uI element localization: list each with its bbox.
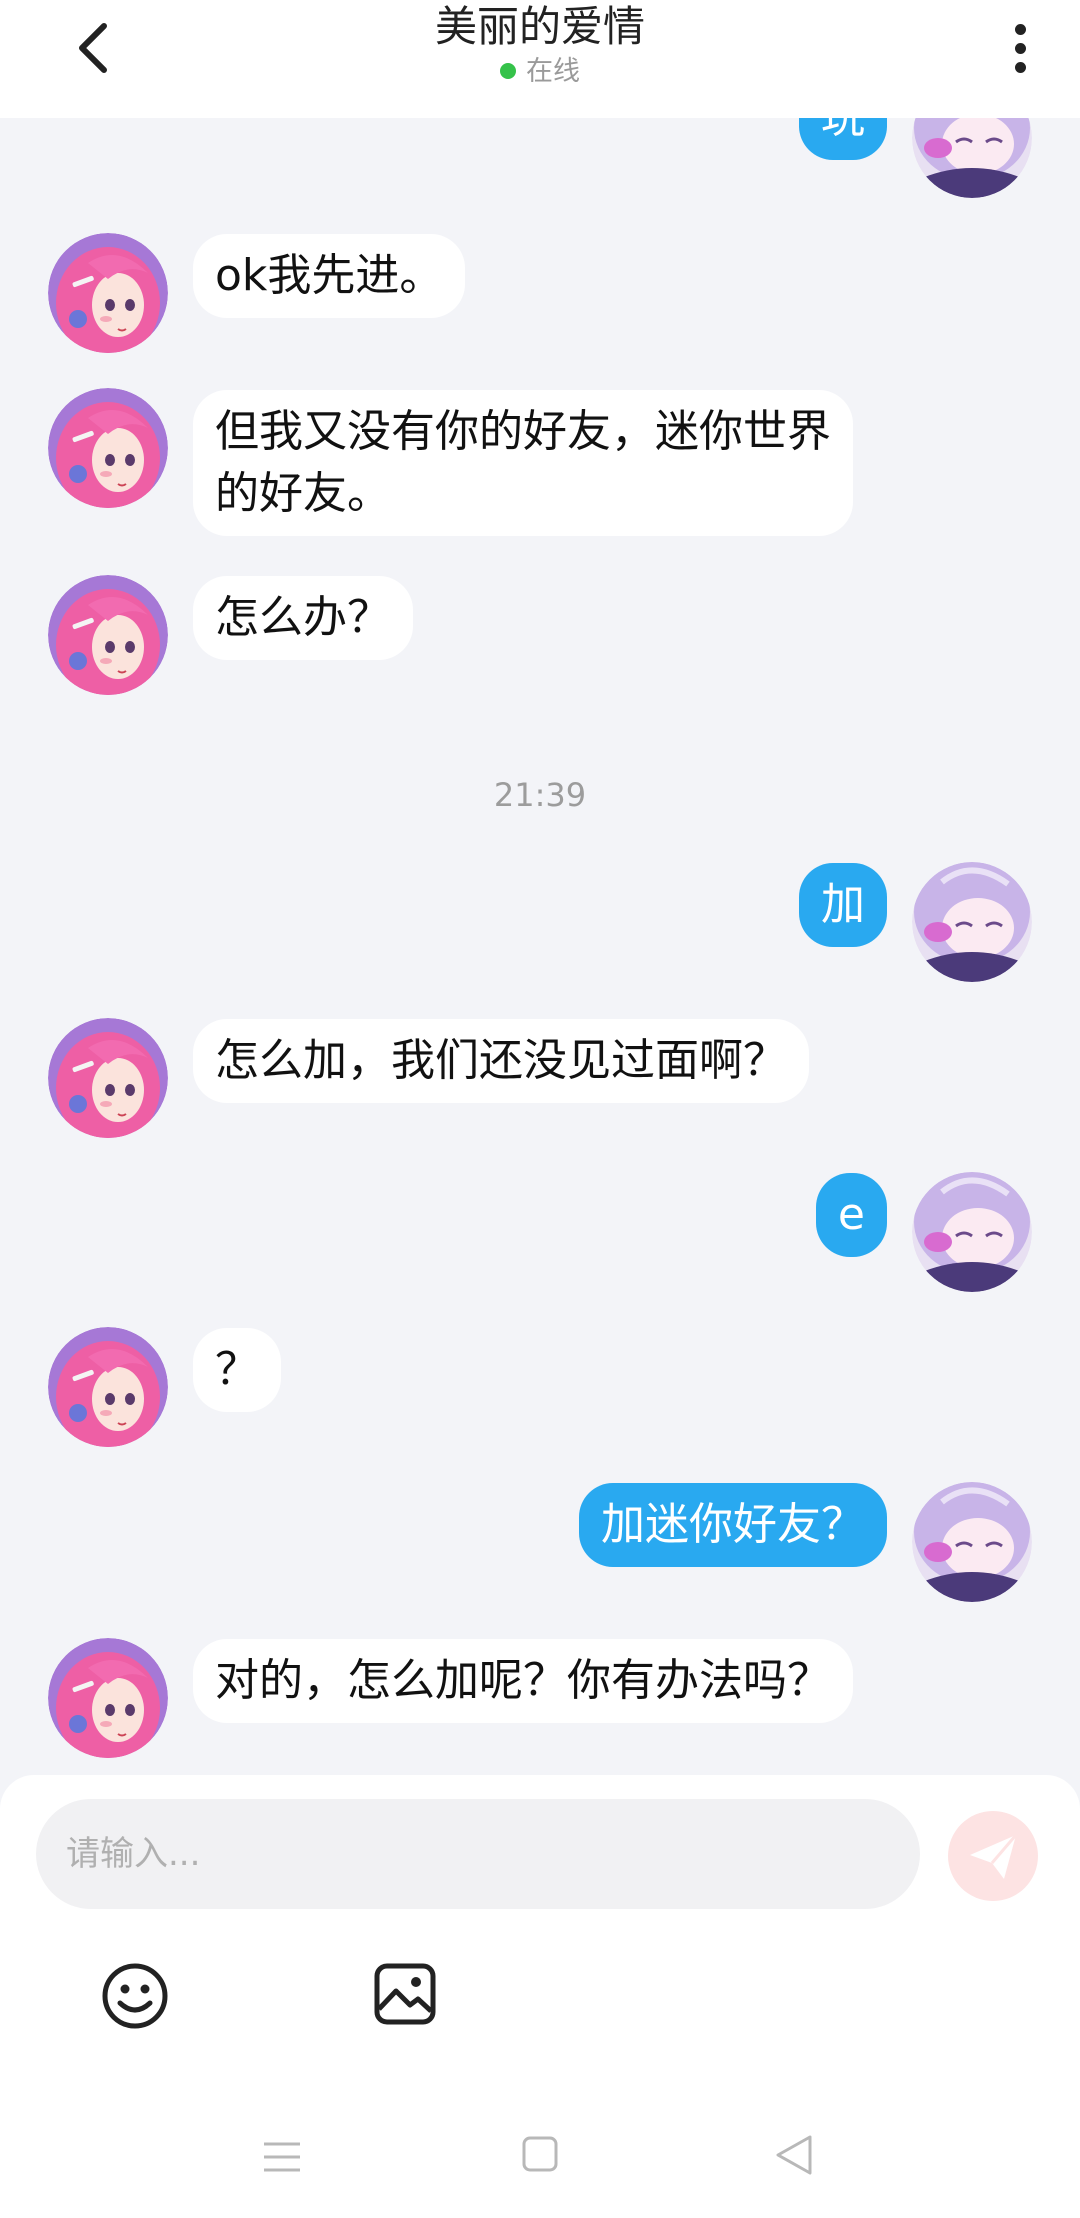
emoji-icon: [102, 1963, 168, 2029]
message-bubble-outgoing[interactable]: e: [815, 1173, 887, 1257]
status-text: 在线: [526, 56, 580, 87]
contact-avatar[interactable]: [48, 1327, 168, 1447]
message-input[interactable]: [36, 1799, 920, 1909]
avatar-image: [48, 233, 168, 353]
avatar-image: [48, 388, 168, 508]
triangle-back-icon: [776, 2135, 812, 2175]
online-status: 在线: [0, 54, 1080, 90]
emoji-button[interactable]: [100, 1961, 170, 2031]
chat-header: 美丽的爱情 在线: [0, 0, 1080, 118]
avatar-image: [912, 1172, 1032, 1292]
message-bubble-incoming[interactable]: ？: [193, 1328, 281, 1412]
avatar-image: [912, 118, 1032, 198]
message-bubble-incoming[interactable]: 但我又没有你的好友，迷你世界 的好友。: [193, 390, 853, 536]
nav-menu-button[interactable]: [262, 2140, 302, 2174]
image-icon: [374, 1963, 436, 2025]
contact-avatar[interactable]: [48, 1638, 168, 1758]
avatar-image: [912, 1482, 1032, 1602]
square-icon: [522, 2136, 558, 2172]
menu-icon: [264, 2142, 300, 2172]
avatar-image: [48, 1018, 168, 1138]
avatar-image: [912, 862, 1032, 982]
my-avatar[interactable]: [912, 1482, 1032, 1602]
message-timestamp: 21:39: [493, 776, 587, 814]
nav-back-button[interactable]: [774, 2134, 814, 2176]
contact-avatar[interactable]: [48, 388, 168, 508]
message-bubble-incoming[interactable]: 怎么办？: [193, 576, 413, 660]
message-bubble-incoming[interactable]: ok我先进。: [193, 234, 466, 318]
message-bubble-outgoing[interactable]: 加迷你好友？: [579, 1483, 887, 1567]
more-options-button[interactable]: [1000, 18, 1040, 78]
more-vertical-icon: [1000, 18, 1040, 73]
my-avatar[interactable]: [912, 118, 1032, 198]
send-button[interactable]: [948, 1811, 1038, 1901]
online-dot-icon: [500, 63, 516, 79]
contact-avatar[interactable]: [48, 1018, 168, 1138]
my-avatar[interactable]: [912, 862, 1032, 982]
message-line: 的好友。: [215, 468, 391, 519]
image-button[interactable]: [372, 1961, 438, 2027]
message-bubble-incoming[interactable]: 对的，怎么加呢？你有办法吗？: [193, 1639, 853, 1723]
contact-avatar[interactable]: [48, 233, 168, 353]
contact-name: 美丽的爱情: [434, 2, 645, 51]
message-bubble-outgoing[interactable]: 玩: [799, 118, 887, 160]
avatar-image: [48, 1638, 168, 1758]
my-avatar[interactable]: [912, 1172, 1032, 1292]
message-list[interactable]: 玩 ok我先进。 但我又没有你的好友，迷你世界 的好友。 怎么办？ 21:39 …: [0, 118, 1080, 1778]
message-bubble-outgoing[interactable]: 加: [799, 863, 887, 947]
message-line: 但我又没有你的好友，迷你世界: [215, 406, 831, 457]
paper-plane-icon: [970, 1834, 1018, 1879]
nav-home-button[interactable]: [522, 2136, 558, 2172]
message-bubble-incoming[interactable]: 怎么加，我们还没见过面啊？: [193, 1019, 809, 1103]
contact-avatar[interactable]: [48, 575, 168, 695]
avatar-image: [48, 1327, 168, 1447]
avatar-image: [48, 575, 168, 695]
